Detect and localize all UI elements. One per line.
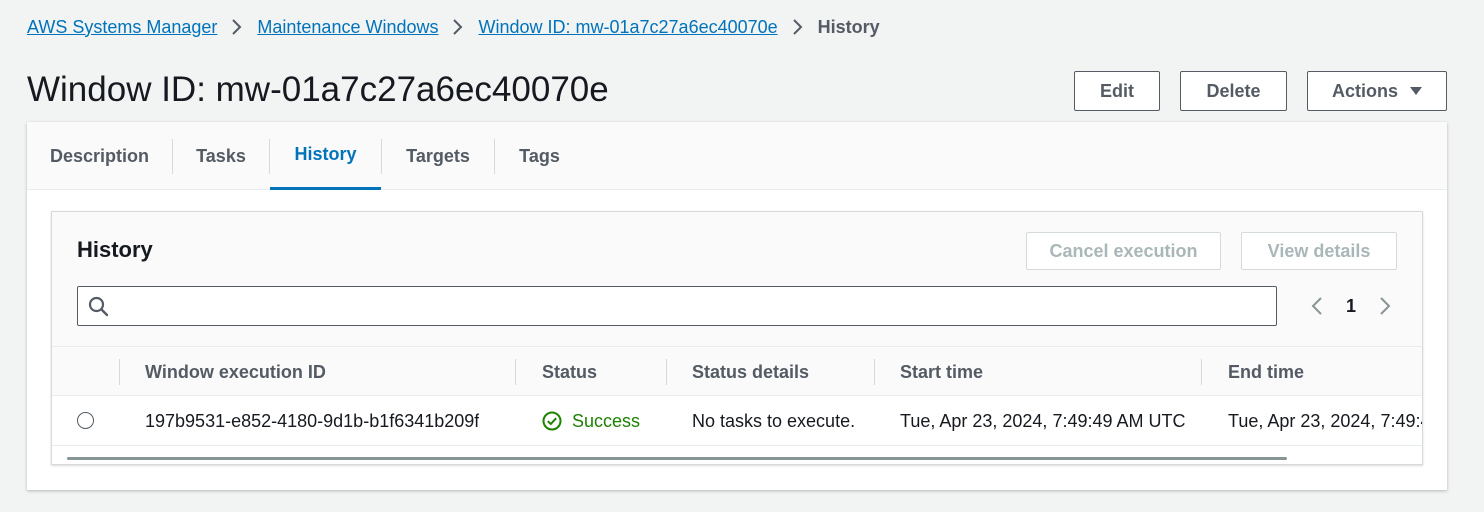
breadcrumb-current: History [817, 16, 880, 37]
current-page-number[interactable]: 1 [1332, 296, 1370, 317]
column-header-end-time[interactable]: End time [1228, 347, 1304, 397]
search-icon [88, 296, 109, 317]
tab-description[interactable]: Description [27, 122, 172, 190]
column-divider[interactable] [874, 359, 875, 385]
row-select-radio[interactable] [77, 412, 94, 429]
search-input[interactable] [118, 287, 1268, 325]
cell-start-time: Tue, Apr 23, 2024, 7:49:49 AM UTC [900, 410, 1186, 431]
breadcrumb-link-window-id[interactable]: Window ID: mw-01a7c27a6ec40070e [478, 17, 777, 38]
horizontal-scrollbar[interactable] [67, 457, 1287, 460]
view-details-button[interactable]: View details [1241, 232, 1397, 270]
column-divider[interactable] [1201, 359, 1202, 385]
chevron-right-icon [217, 16, 257, 38]
column-divider[interactable] [515, 359, 516, 385]
tab-targets[interactable]: Targets [382, 122, 494, 190]
status-text: Success [572, 410, 641, 431]
column-header-status[interactable]: Status [542, 347, 597, 397]
history-title: History [77, 237, 153, 262]
tab-bar: Description Tasks History Targets Tags [27, 122, 1447, 190]
cell-execution-id: 197b9531-e852-4180-9d1b-b1f6341b209f [145, 410, 480, 431]
chevron-right-icon [1380, 297, 1391, 315]
window-details-panel: Description Tasks History Targets Tags H… [27, 122, 1447, 490]
edit-button[interactable]: Edit [1074, 71, 1160, 111]
cell-status-details: No tasks to execute. [692, 410, 856, 431]
actions-button[interactable]: Actions [1307, 71, 1447, 111]
breadcrumb-link-maintenance-windows[interactable]: Maintenance Windows [257, 17, 438, 38]
search-box [77, 286, 1277, 326]
table-row[interactable]: 197b9531-e852-4180-9d1b-b1f6341b209f Suc… [52, 396, 1422, 446]
breadcrumb-link-systems-manager[interactable]: AWS Systems Manager [27, 17, 217, 38]
chevron-right-icon [438, 16, 478, 38]
actions-button-label: Actions [1331, 80, 1398, 101]
history-card-header: History Cancel execution View details 1 [52, 212, 1422, 346]
pagination: 1 [1302, 286, 1400, 326]
next-page-button[interactable] [1370, 286, 1400, 326]
column-header-status-details[interactable]: Status details [692, 347, 809, 397]
column-header-start-time[interactable]: Start time [900, 347, 983, 397]
tab-tags[interactable]: Tags [495, 122, 584, 190]
cell-status: Success [542, 396, 640, 446]
delete-button[interactable]: Delete [1180, 71, 1287, 111]
tab-tasks[interactable]: Tasks [173, 122, 269, 190]
chevron-right-icon [778, 16, 818, 38]
page-title: Window ID: mw-01a7c27a6ec40070e [27, 70, 609, 109]
check-circle-icon [542, 411, 562, 431]
cancel-execution-button[interactable]: Cancel execution [1026, 232, 1221, 270]
column-header-execution-id[interactable]: Window execution ID [145, 347, 326, 397]
breadcrumb: AWS Systems Manager Maintenance Windows … [27, 16, 880, 38]
previous-page-button[interactable] [1302, 286, 1332, 326]
table-header: Window execution ID Status Status detail… [52, 346, 1422, 396]
history-card: History Cancel execution View details 1 [51, 211, 1423, 465]
cell-end-time: Tue, Apr 23, 2024, 7:49:49 AM UTC [1228, 410, 1422, 431]
chevron-left-icon [1311, 297, 1322, 315]
tab-history[interactable]: History [270, 122, 381, 190]
caret-down-icon [1410, 87, 1422, 95]
column-divider[interactable] [666, 359, 667, 385]
column-divider [119, 359, 120, 385]
